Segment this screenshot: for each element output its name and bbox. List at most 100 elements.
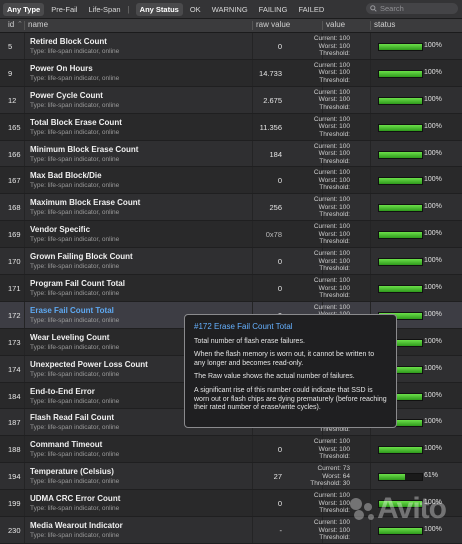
status-percent: 100% [424,310,442,318]
threshold-value: Threshold: [319,184,350,192]
filter-any-status[interactable]: Any Status [135,2,183,16]
status-bar [378,527,423,536]
filter-warning[interactable]: WARNING [208,3,252,16]
table-row[interactable]: 5 Retired Block Count Type: life-span indi… [0,33,462,60]
column-divider [24,463,25,490]
row-type: Type: life-span indicator, online [30,397,120,405]
header-raw-value[interactable]: raw value [256,20,290,29]
worst-value: Worst: 100 [318,123,350,131]
column-divider [24,517,25,543]
column-divider [370,221,371,248]
column-divider [252,33,253,59]
row-raw-value: 0 [277,284,282,294]
table-row[interactable]: 194 Temperature (Celsius) Type: life-span … [0,463,462,491]
table-row[interactable]: 165 Total Block Erase Count Type: life-spa… [0,113,462,141]
column-divider [252,194,253,221]
column-divider [370,436,371,463]
column-divider [24,301,25,328]
row-name: Program Fail Count Total [30,279,125,289]
threshold-value: Threshold: [319,211,350,219]
status-bar [378,123,423,132]
table-row[interactable]: 188 Command Timeout Type: life-span indica… [0,436,462,464]
status-percent: 100% [424,418,442,426]
row-type: Type: life-span indicator, online [30,48,120,55]
current-value: Current: 100 [313,223,350,231]
threshold-value: Threshold: 30 [310,480,350,488]
table-row[interactable]: 167 Max Bad Block/Die Type: life-span indi… [0,167,462,195]
filter-any-type[interactable]: Any Type [3,2,45,16]
status-bar-fill [379,447,422,454]
column-divider [24,382,25,409]
row-value: Current: 100Worst: 100Threshold: [290,89,350,112]
current-value: Current: 100 [313,142,350,150]
status-percent: 100% [424,149,442,157]
row-value: Current: 100Worst: 100Threshold: [290,35,350,58]
worst-value: Worst: 100 [318,526,350,534]
row-id: 167 [8,176,21,186]
row-id: 168 [8,203,21,213]
table-row[interactable]: 171 Program Fail Count Total Type: life-sp… [0,275,462,302]
header-status[interactable]: status [374,20,395,29]
status-bar-fill [379,70,422,77]
column-divider [24,275,25,301]
row-type: Type: life-span indicator, online [30,290,120,298]
status-bar [378,69,423,78]
row-name: Power Cycle Count [30,90,103,100]
row-type: Type: life-span indicator, online [30,74,120,82]
column-divider [24,113,25,140]
column-divider [24,167,25,194]
status-bar [378,285,423,294]
column-divider [370,275,371,301]
table-row[interactable]: 9 Power On Hours Type: life-span indicator… [0,59,462,87]
header-value[interactable]: value [326,20,345,29]
row-value: Current: 100Worst: 100Threshold: [290,143,350,166]
table-row[interactable]: 12 Power Cycle Count Type: life-span indic… [0,86,462,114]
threshold-value: Threshold: [319,507,350,515]
table-row[interactable]: 170 Grown Failing Block Count Type: life-s… [0,248,462,276]
threshold-value: Threshold: [319,103,350,111]
current-value: Current: 100 [313,196,350,204]
row-value: Current: 100Worst: 100Threshold: [290,223,350,246]
search-input[interactable]: Search [366,3,458,14]
row-raw-value: 0x78 [265,230,282,240]
status-bar-fill [379,259,422,266]
column-divider [24,33,25,59]
column-divider [252,221,253,248]
filter-failing[interactable]: FAILING [255,3,292,16]
row-name: Minimum Block Erase Count [30,144,139,154]
table-row[interactable]: 166 Minimum Block Erase Count Type: life-s… [0,140,462,168]
row-name: Command Timeout [30,440,103,450]
status-bar [378,177,423,186]
table-row[interactable]: 169 Vendor Specific Type: life-span indica… [0,221,462,249]
status-bar-fill [379,286,422,293]
filter-pre-fail[interactable]: Pre-Fail [47,3,81,16]
row-id: 187 [8,418,21,428]
header-name[interactable]: name [28,20,48,29]
row-type: Type: life-span indicator, online [30,532,120,540]
row-id: 170 [8,257,21,267]
row-type: Type: life-span indicator, online [30,128,120,136]
column-divider [370,463,371,490]
row-id: 12 [8,95,17,105]
row-raw-value: 27 [273,472,282,482]
row-value: Current: 100Worst: 100Threshold: [290,492,350,515]
header-divider [370,21,371,30]
status-percent: 100% [424,526,442,534]
row-id: 166 [8,149,21,159]
row-raw-value: 0 [277,257,282,267]
filter-ok[interactable]: OK [186,3,205,16]
row-id: 5 [8,42,13,51]
filter-life-span[interactable]: Life-Span [84,3,124,16]
row-raw-value: 184 [269,149,282,159]
row-name: Wear Leveling Count [30,332,110,342]
column-divider [252,248,253,275]
table-row[interactable]: 168 Maximum Block Erase Count Type: life-s… [0,194,462,222]
worst-value: Worst: 100 [318,499,350,507]
header-id[interactable]: id [8,20,14,29]
worst-value: Worst: 100 [318,176,350,184]
filter-failed[interactable]: FAILED [294,3,328,16]
tooltip-paragraph: The Raw value shows the actual number of… [194,373,355,381]
watermark-logo: Avito [347,492,447,526]
column-divider [252,275,253,301]
status-bar-fill [379,528,422,535]
